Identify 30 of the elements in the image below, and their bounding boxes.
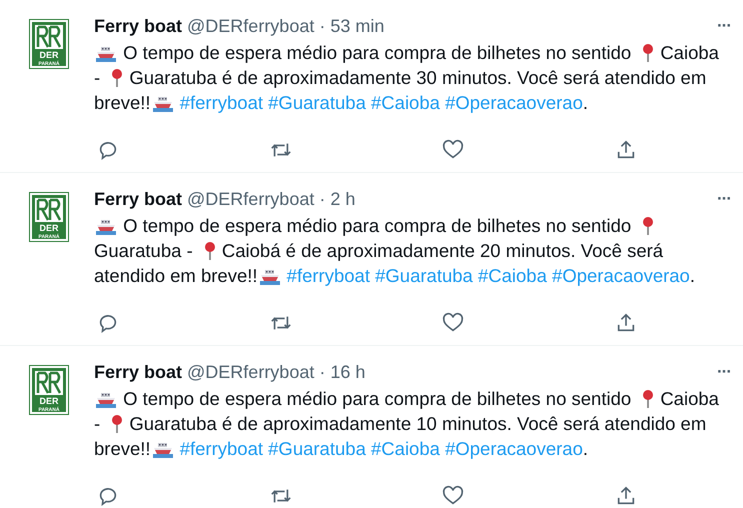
hashtag-link[interactable]: #ferryboat	[286, 265, 370, 286]
author-handle[interactable]: @DERferryboat	[187, 16, 314, 36]
author-name[interactable]: Ferry boat	[94, 16, 182, 36]
separator: ·	[319, 362, 326, 382]
tweet-text: O tempo de espera médio para compra de bilhetes no sentido Caioba - Guaratuba é de aproximadamente 30 minutos. Você será atendido em breve!! #ferryboat #Guaratuba #Caioba #Operacaoverao.	[94, 41, 720, 115]
hashtag-link[interactable]: #ferryboat	[180, 438, 263, 459]
hashtag-link[interactable]: #Operacaoverao	[445, 438, 583, 459]
hashtag-link[interactable]: #ferryboat	[180, 92, 263, 113]
hashtag-link[interactable]: #Guaratuba	[268, 92, 366, 113]
hashtag-link[interactable]: #Guaratuba	[375, 265, 473, 286]
more-button[interactable]: ···	[717, 189, 731, 209]
tweet-text: O tempo de espera médio para compra de bilhetes no sentido Caioba - Guaratuba é de aproximadamente 10 minutos. Você será atendido em breve!! #ferryboat #Guaratuba #Caioba #Operacaoverao.	[94, 387, 720, 461]
tweet-text: O tempo de espera médio para compra de bilhetes no sentido Guaratuba - Caiobá é de aproximadamente 20 minutos. Você será atendido em breve!! #ferryboat #Guaratuba #Caioba #Operacaoverao.	[94, 214, 696, 288]
hashtag-link[interactable]: #Caioba	[371, 438, 440, 459]
hashtag-link[interactable]: #Guaratuba	[268, 438, 366, 459]
hashtag-link[interactable]: #Caioba	[371, 92, 440, 113]
timestamp[interactable]: 2 h	[330, 188, 356, 210]
timestamp[interactable]: 16 h	[330, 362, 366, 382]
author-name[interactable]: Ferry boat	[94, 188, 182, 210]
hashtag-link[interactable]: #Operacaoverao	[552, 265, 690, 286]
separator: ·	[319, 188, 326, 210]
separator: ·	[319, 16, 326, 36]
hashtag-link[interactable]: #Operacaoverao	[445, 92, 583, 113]
author-handle[interactable]: @DERferryboat	[187, 362, 314, 382]
author-handle[interactable]: @DERferryboat	[187, 188, 314, 210]
hashtag-link[interactable]: #Caioba	[478, 265, 547, 286]
author-name[interactable]: Ferry boat	[94, 362, 182, 382]
more-button[interactable]: ···	[717, 16, 731, 36]
more-button[interactable]: ···	[717, 362, 731, 382]
timestamp[interactable]: 53 min	[330, 16, 384, 36]
